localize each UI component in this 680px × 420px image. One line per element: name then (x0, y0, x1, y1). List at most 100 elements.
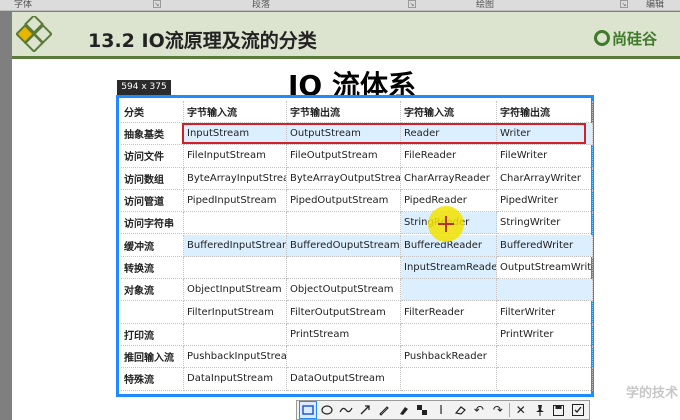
table-cell: ObjectInputStream (184, 279, 287, 302)
table-cell: OutputStreamWriter (497, 256, 593, 280)
ellipse-icon[interactable] (319, 402, 335, 418)
table-cell: FilterInputStream (184, 301, 287, 324)
table-cell: BufferedOuputStream (287, 234, 401, 257)
table-cell: PipedOutputStream (287, 189, 401, 213)
save-icon[interactable] (551, 402, 567, 418)
table-cell: ByteArrayInputStream (184, 167, 287, 190)
eraser-icon[interactable] (452, 402, 468, 418)
toolbar-divider (508, 403, 510, 417)
table-row: 访问文件 FileInputStream FileOutputStream FileR… (121, 145, 593, 168)
table-cell: DataInputStream (184, 368, 287, 391)
brand-mark-icon (594, 30, 610, 46)
table-category-cell: 访问管道 (121, 189, 184, 213)
table-header-cell: 字符输出流 (497, 101, 593, 123)
table-cell: FilterOutputStream (287, 301, 401, 324)
table-category-cell: 访问字符串 (121, 212, 184, 235)
table-row: 转换流 InputStreamReader OutputStreamWriter (121, 256, 593, 280)
ribbon-group-editing[interactable]: 编辑 (646, 0, 664, 10)
table-cell: ByteArrayOutputStream (287, 167, 401, 190)
table-cell: BufferedInputStream (184, 234, 287, 257)
table-category-cell: 转换流 (121, 256, 184, 280)
table-cell (184, 323, 287, 346)
redo-icon[interactable]: ↷ (490, 402, 506, 418)
curve-icon[interactable] (338, 402, 354, 418)
table-cell: FileOutputStream (287, 145, 401, 168)
font-dialog-launcher-icon[interactable]: ↘ (153, 0, 161, 8)
close-icon[interactable]: ✕ (513, 402, 529, 418)
table-cell (497, 368, 593, 391)
table-header-cell: 字节输入流 (184, 101, 287, 123)
diamond-logo-icon (16, 16, 52, 52)
screenshot-selection-region[interactable]: 分类 字节输入流 字节输出流 字符输入流 字符输出流 抽象基类 InputStream Out… (116, 95, 594, 397)
table-cell (287, 346, 401, 369)
table-cell: StringWriter (497, 212, 593, 235)
table-cell (287, 212, 401, 235)
table-cell: PrintWriter (497, 323, 593, 346)
table-row: 访问数组ByteArrayInputStreamByteArrayOutputS… (121, 167, 593, 190)
table-cell: InputStreamReader (401, 256, 497, 280)
table-row: 抽象基类 InputStream OutputStream Reader Writer (121, 123, 593, 146)
table-cell: CharArrayWriter (497, 167, 593, 190)
table-category-cell: 抽象基类 (121, 123, 184, 146)
text-icon[interactable]: I (433, 402, 449, 418)
ribbon-group-font[interactable]: 字体 (14, 0, 32, 10)
table-cell: PushbackInputStream (184, 346, 287, 369)
table-cell: FilterReader (401, 301, 497, 324)
table-cell: PrintStream (287, 323, 401, 346)
table-cell: Writer (497, 123, 593, 146)
table-cell: FileInputStream (184, 145, 287, 168)
brand-logo: 尚硅谷 (594, 26, 657, 50)
slide-header: 13.2 IO流原理及流的分类 尚硅谷 (12, 12, 680, 59)
table-cell: BufferedWriter (497, 234, 593, 257)
rectangle-icon[interactable] (299, 401, 318, 419)
selection-size-badge: 594 x 375 (117, 80, 171, 95)
confirm-icon[interactable] (570, 402, 586, 418)
table-cell (401, 368, 497, 391)
arrow-icon[interactable] (357, 402, 373, 418)
ribbon-group-drawing[interactable]: 绘图 (476, 0, 494, 10)
table-cell: ObjectOutputStream (287, 279, 401, 302)
table-category-cell: 访问数组 (121, 167, 184, 190)
ribbon-group-paragraph[interactable]: 段落 (252, 0, 270, 10)
table-row: 推回输入流 PushbackInputStream PushbackReader (121, 346, 593, 369)
table-header-cell: 字符输入流 (401, 101, 497, 123)
pen-icon[interactable] (376, 402, 392, 418)
table-header-cell: 字节输出流 (287, 101, 401, 123)
mosaic-icon[interactable] (414, 402, 430, 418)
paragraph-dialog-launcher-icon[interactable]: ↘ (408, 0, 416, 8)
table-category-cell: 打印流 (121, 323, 184, 346)
ribbon-group-bar: 字体 ↘ 段落 ↘ 绘图 ↘ 编辑 (0, 0, 680, 11)
table-cell (401, 279, 497, 302)
table-row: 缓冲流 BufferedInputStream BufferedOuputStrea… (121, 234, 593, 257)
drawing-dialog-launcher-icon[interactable]: ↘ (620, 0, 628, 8)
table-cell: PipedWriter (497, 189, 593, 213)
table-cell (497, 346, 593, 369)
undo-icon[interactable]: ↶ (471, 402, 487, 418)
table-category-cell: 特殊流 (121, 368, 184, 391)
table-cell: OutputStream (287, 123, 401, 146)
table-category-cell: 访问文件 (121, 145, 184, 168)
table-cell: PushbackReader (401, 346, 497, 369)
table-category-cell: 缓冲流 (121, 234, 184, 257)
table-category-cell (121, 301, 184, 324)
table-cell (184, 212, 287, 235)
watermark-text: 学的技术 (626, 386, 679, 401)
crosshair-cursor-icon (438, 216, 454, 232)
slide-header-title: 13.2 IO流原理及流的分类 (88, 30, 317, 52)
table-cell: DataOutputStream (287, 368, 401, 391)
table-row: 访问字符串StringReaderStringWriter (121, 212, 593, 235)
table-cell: FileWriter (497, 145, 593, 168)
table-cell: FilterWriter (497, 301, 593, 324)
table-cell: InputStream (184, 123, 287, 146)
table-category-cell: 对象流 (121, 279, 184, 302)
table-row: 访问管道 PipedInputStream PipedOutputStream Pip… (121, 189, 593, 213)
table-cell (401, 323, 497, 346)
table-cell: PipedInputStream (184, 189, 287, 213)
table-row: FilterInputStream FilterOutputStream Filte… (121, 301, 593, 324)
table-header-row: 分类 字节输入流 字节输出流 字符输入流 字符输出流 (121, 101, 593, 123)
table-cell: Reader (401, 123, 497, 146)
marker-icon[interactable] (395, 402, 411, 418)
pin-icon[interactable] (532, 402, 548, 418)
table-cell: CharArrayReader (401, 167, 497, 190)
table-category-cell: 推回输入流 (121, 346, 184, 369)
